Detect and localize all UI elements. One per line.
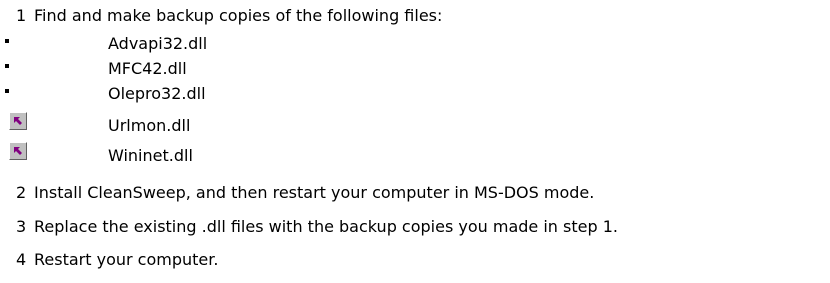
step-text: Restart your computer. [34, 250, 219, 269]
file-name: Advapi32.dll [108, 34, 208, 53]
bullet-icon [5, 39, 9, 43]
bullet-icon [5, 64, 9, 68]
step-text: Replace the existing .dll files with the… [34, 217, 618, 236]
file-name: Olepro32.dll [108, 84, 206, 103]
file-name: MFC42.dll [108, 59, 187, 78]
file-name: Urlmon.dll [108, 116, 191, 135]
shortcut-arrow-icon[interactable] [9, 112, 27, 130]
step-number: 2 [16, 183, 27, 202]
step-number: 1 [16, 6, 27, 25]
step-number: 4 [16, 250, 27, 269]
step-text: Find and make backup copies of the follo… [34, 6, 443, 25]
file-name: Wininet.dll [108, 146, 193, 165]
shortcut-arrow-icon[interactable] [9, 142, 27, 160]
bullet-icon [5, 89, 9, 93]
step-number: 3 [16, 217, 27, 236]
step-text: Install CleanSweep, and then restart you… [34, 183, 595, 202]
